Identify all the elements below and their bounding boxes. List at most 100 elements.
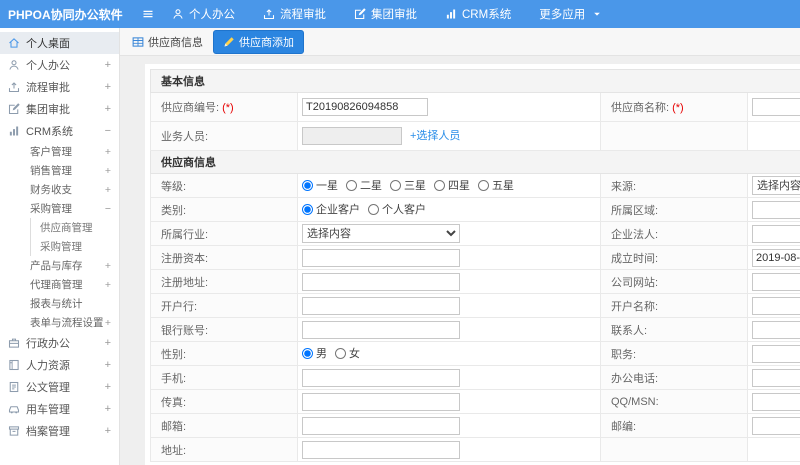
sidebar-item-customer-mgmt[interactable]: 客户管理 + xyxy=(0,142,119,161)
sidebar-item-admin-office[interactable]: 行政办公 + xyxy=(0,332,119,354)
sidebar-item-reports-stats[interactable]: 报表与统计 xyxy=(0,294,119,313)
qq-msn-input[interactable] xyxy=(752,392,800,411)
expand-plus-icon[interactable]: + xyxy=(105,81,111,93)
sidebar-item-vehicle-mgmt[interactable]: 用车管理 + xyxy=(0,398,119,420)
level-radio-input-1[interactable] xyxy=(346,179,357,191)
industry-select[interactable]: 选择内容 xyxy=(302,224,460,243)
field-label-cell: 所属行业: xyxy=(150,221,298,246)
gender-radio-input-0[interactable] xyxy=(302,347,313,359)
level-radio-4[interactable]: 五星 xyxy=(478,177,514,193)
zip-input[interactable] xyxy=(752,416,800,435)
account-name-input[interactable] xyxy=(752,296,800,315)
field-label-cell xyxy=(600,437,748,462)
established-date-label: 成立时间: xyxy=(611,252,659,265)
sidebar-item-label: 用车管理 xyxy=(26,404,70,416)
field-label-cell xyxy=(600,121,748,151)
position-input[interactable] xyxy=(752,344,800,363)
mobile-input[interactable] xyxy=(302,368,460,387)
email-label: 邮箱: xyxy=(161,420,187,433)
source-select[interactable]: 选择内容 xyxy=(752,176,800,195)
sidebar-item-archives-mgmt[interactable]: 档案管理 + xyxy=(0,420,119,442)
level-radio-input-2[interactable] xyxy=(390,179,401,191)
expand-plus-icon[interactable]: + xyxy=(105,317,111,329)
sidebar-item-group-approval[interactable]: 集团审批 + xyxy=(0,98,119,120)
bank-input[interactable] xyxy=(302,296,460,315)
registered-address-input[interactable] xyxy=(302,272,460,291)
category-radio-1[interactable]: 个人客户 xyxy=(368,201,426,217)
menu-icon[interactable] xyxy=(142,8,154,20)
level-radio-3[interactable]: 四星 xyxy=(434,177,470,193)
category-radio-input-0[interactable] xyxy=(302,203,313,215)
form-row: 注册资本: 成立时间: xyxy=(150,245,800,270)
sidebar-item-official-doc[interactable]: 公文管理 + xyxy=(0,376,119,398)
nav-item-process-approval[interactable]: 流程审批 xyxy=(263,6,326,22)
nav-item-group-approval[interactable]: 集团审批 xyxy=(354,6,417,22)
sidebar-item-hr[interactable]: 人力资源 + xyxy=(0,354,119,376)
sidebar-item-supplier-mgmt[interactable]: 供应商管理 xyxy=(30,218,119,237)
contact-input[interactable] xyxy=(752,320,800,339)
registered-capital-input[interactable] xyxy=(302,248,460,267)
sidebar-item-personal-desktop[interactable]: 个人桌面 xyxy=(0,32,119,54)
sidebar-item-form-flow-settings[interactable]: 表单与流程设置 + xyxy=(0,313,119,332)
nav-item-personal-office[interactable]: 个人办公 xyxy=(172,6,235,22)
sidebar-item-label: 档案管理 xyxy=(26,426,70,438)
collapse-minus-icon[interactable]: − xyxy=(105,125,111,137)
tab-supplier-add[interactable]: 供应商添加 xyxy=(213,29,304,54)
gender-radio-1[interactable]: 女 xyxy=(335,345,360,361)
expand-plus-icon[interactable]: + xyxy=(105,279,111,291)
level-radio-label: 一星 xyxy=(316,180,338,193)
sidebar-item-process-approval[interactable]: 流程审批 + xyxy=(0,76,119,98)
expand-plus-icon[interactable]: + xyxy=(105,381,111,393)
nav-item-more-apps[interactable]: 更多应用 xyxy=(539,6,602,22)
website-label: 公司网站: xyxy=(611,276,659,289)
supplier-name-input[interactable] xyxy=(752,98,800,116)
expand-plus-icon[interactable]: + xyxy=(105,359,111,371)
address-input[interactable] xyxy=(302,440,460,459)
region-input[interactable] xyxy=(752,200,800,219)
level-radio-input-4[interactable] xyxy=(478,179,489,191)
field-input-cell xyxy=(747,437,800,462)
expand-plus-icon[interactable]: + xyxy=(105,260,111,272)
field-input-cell xyxy=(297,293,601,318)
nav-item-crm-system[interactable]: CRM系统 xyxy=(445,6,511,22)
staff-input[interactable] xyxy=(302,127,402,146)
sidebar-item-product-inventory[interactable]: 产品与库存 + xyxy=(0,256,119,275)
expand-plus-icon[interactable]: + xyxy=(105,184,111,196)
expand-plus-icon[interactable]: + xyxy=(105,337,111,349)
expand-plus-icon[interactable]: + xyxy=(105,146,111,158)
expand-plus-icon[interactable]: + xyxy=(105,165,111,177)
bank-account-input[interactable] xyxy=(302,320,460,339)
level-radio-1[interactable]: 二星 xyxy=(346,177,382,193)
supplier-code-input[interactable] xyxy=(302,98,428,116)
category-radio-input-1[interactable] xyxy=(368,203,379,215)
address-label: 地址: xyxy=(161,444,187,457)
level-radio-2[interactable]: 三星 xyxy=(390,177,426,193)
gender-radio-input-1[interactable] xyxy=(335,347,346,359)
sidebar-item-agent-mgmt[interactable]: 代理商管理 + xyxy=(0,275,119,294)
legal-person-input[interactable] xyxy=(752,224,800,243)
category-radio-0[interactable]: 企业客户 xyxy=(302,201,360,217)
expand-plus-icon[interactable]: + xyxy=(105,103,111,115)
sidebar-item-personal-office[interactable]: 个人办公 + xyxy=(0,54,119,76)
level-radio-0[interactable]: 一星 xyxy=(302,177,338,193)
website-input[interactable] xyxy=(752,272,800,291)
staff-picker-link[interactable]: +选择人员 xyxy=(410,130,460,142)
sidebar-item-sales-mgmt[interactable]: 销售管理 + xyxy=(0,161,119,180)
expand-plus-icon[interactable]: + xyxy=(105,425,111,437)
expand-plus-icon[interactable]: + xyxy=(105,403,111,415)
level-radio-input-3[interactable] xyxy=(434,179,445,191)
established-date-input[interactable] xyxy=(752,248,800,267)
sidebar-item-finance[interactable]: 财务收支 + xyxy=(0,180,119,199)
fax-input[interactable] xyxy=(302,392,460,411)
email-input[interactable] xyxy=(302,416,460,435)
gender-radio-0[interactable]: 男 xyxy=(302,345,327,361)
expand-plus-icon[interactable]: + xyxy=(105,59,111,71)
collapse-minus-icon[interactable]: − xyxy=(105,203,111,215)
office-phone-input[interactable] xyxy=(752,368,800,387)
level-radio-input-0[interactable] xyxy=(302,179,313,191)
sidebar-item-crm-system[interactable]: CRM系统 − xyxy=(0,120,119,142)
sidebar-item-purchase-mgmt[interactable]: 采购管理 − xyxy=(0,199,119,218)
edit-icon xyxy=(8,103,20,115)
sidebar-item-purchasing[interactable]: 采购管理 xyxy=(30,237,119,256)
tab-supplier-info[interactable]: 供应商信息 xyxy=(132,34,203,50)
